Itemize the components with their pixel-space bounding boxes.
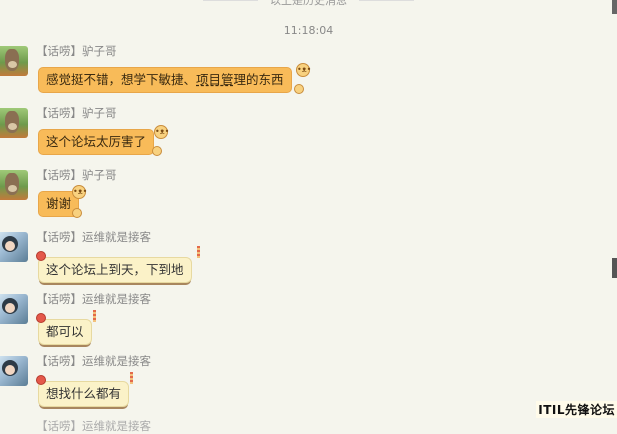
message-bubble: 都可以 bbox=[38, 319, 92, 345]
message-text: 谢谢 bbox=[46, 196, 72, 211]
sender-name[interactable]: 【话唠】运维就是接客 bbox=[36, 291, 151, 307]
divider-line-left bbox=[203, 0, 258, 1]
avatar[interactable] bbox=[0, 170, 28, 200]
message-bubble: 这个论坛太厉害了 bbox=[38, 129, 155, 155]
message-text-underlined: 项目管 bbox=[196, 72, 234, 87]
scrollbar-marker[interactable] bbox=[612, 258, 617, 278]
apple-icon bbox=[36, 251, 46, 261]
spring-icon bbox=[197, 246, 200, 258]
sender-name[interactable]: 【话唠】运维就是接客 bbox=[36, 353, 151, 369]
spring-icon bbox=[130, 372, 133, 384]
bear-face-icon: •ᴥ• bbox=[72, 185, 87, 199]
spring-icon bbox=[93, 310, 96, 322]
message-text: 理的东西 bbox=[233, 72, 284, 87]
scrollbar-thumb[interactable] bbox=[612, 0, 617, 14]
sender-name[interactable]: 【话唠】驴子哥 bbox=[36, 167, 117, 183]
avatar[interactable] bbox=[0, 232, 28, 262]
divider-line-right bbox=[359, 0, 414, 1]
sender-name[interactable]: 【话唠】运维就是接客 bbox=[36, 229, 151, 245]
avatar[interactable] bbox=[0, 294, 28, 324]
avatar[interactable] bbox=[0, 46, 28, 76]
apple-icon bbox=[36, 313, 46, 323]
apple-icon bbox=[36, 375, 46, 385]
timestamp: 11:18:04 bbox=[283, 24, 334, 37]
history-divider: 以上是历史消息 bbox=[0, 0, 617, 8]
history-label: 以上是历史消息 bbox=[270, 0, 347, 7]
message-text: 都可以 bbox=[46, 324, 84, 339]
message-text: 想找什么都有 bbox=[46, 386, 122, 401]
message-text: 这个论坛太厉害了 bbox=[46, 134, 147, 149]
message-bubble: 想找什么都有 bbox=[38, 381, 130, 407]
paw-icon bbox=[72, 208, 82, 218]
avatar[interactable] bbox=[0, 356, 28, 386]
bear-face-icon: •ᴥ• bbox=[296, 63, 311, 77]
message-bubble: 感觉挺不错，想学下敏捷、项目管理的东西 bbox=[38, 67, 292, 93]
message-text: 感觉挺不错，想学下敏捷、 bbox=[46, 72, 197, 87]
sender-name[interactable]: 【话唠】驴子哥 bbox=[36, 43, 117, 59]
bear-face-icon: •ᴥ• bbox=[154, 125, 169, 139]
sender-name[interactable]: 【话唠】驴子哥 bbox=[36, 105, 117, 121]
paw-icon bbox=[294, 84, 304, 94]
paw-icon bbox=[152, 146, 162, 156]
message-text: 这个论坛上到天，下到地 bbox=[46, 262, 184, 277]
sender-name-partial: 【话唠】运维就是接客 bbox=[36, 419, 151, 433]
avatar[interactable] bbox=[0, 108, 28, 138]
message-bubble: 这个论坛上到天，下到地 bbox=[38, 257, 192, 283]
watermark-logo: ITIL先锋论坛 bbox=[536, 401, 617, 418]
